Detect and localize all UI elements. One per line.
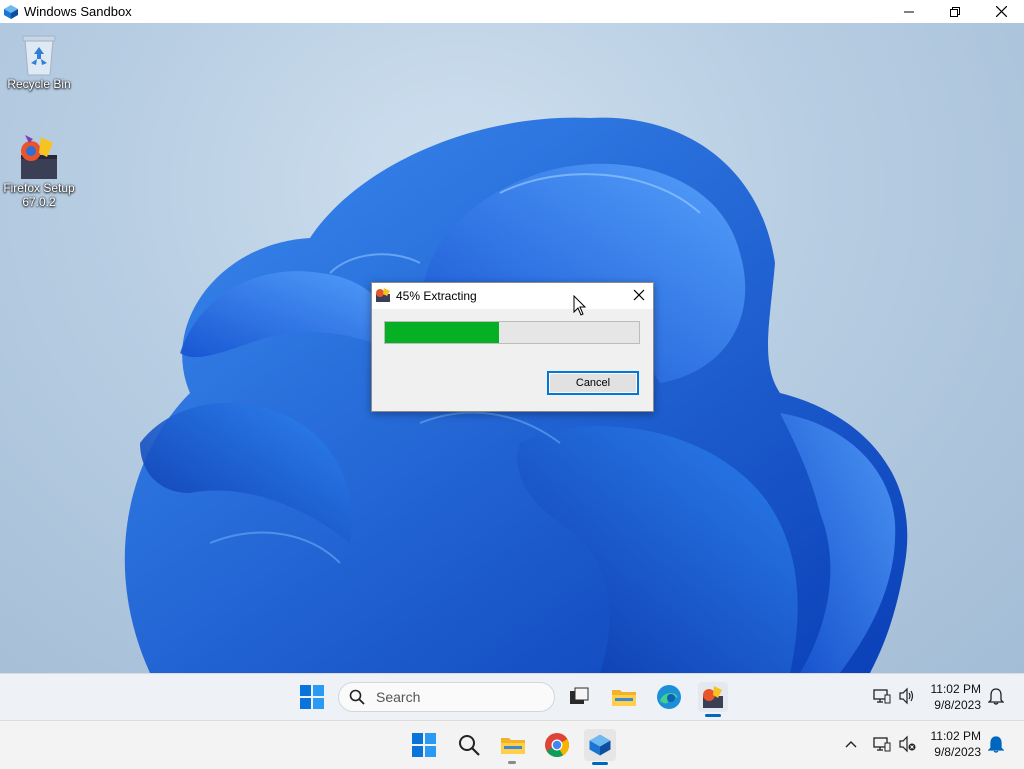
search-input[interactable]: [374, 688, 528, 706]
recycle-bin-label: Recycle Bin: [7, 77, 71, 91]
host-date: 9/8/2023: [934, 745, 981, 759]
installer-icon: [703, 686, 723, 708]
restore-icon: [950, 6, 960, 17]
windows-logo-icon: [300, 685, 324, 709]
dialog-title: 45% Extracting: [396, 289, 477, 303]
extracting-dialog: 45% Extracting Cancel: [371, 282, 654, 412]
sandbox-date: 9/8/2023: [934, 698, 981, 712]
installer-taskbar-button[interactable]: [698, 682, 728, 712]
chevron-up-icon: [845, 741, 857, 748]
network-button[interactable]: [872, 686, 892, 706]
host-notifications-button[interactable]: [986, 734, 1006, 754]
network-icon: [873, 737, 891, 752]
host-volume-button[interactable]: [897, 734, 917, 754]
edge-button[interactable]: [655, 683, 683, 711]
close-icon: [995, 6, 1007, 17]
show-hidden-icons-button[interactable]: [842, 735, 860, 753]
firefox-setup-label-line1: Firefox Setup: [3, 181, 75, 195]
start-button[interactable]: [298, 683, 326, 711]
taskbar-search-box[interactable]: [338, 682, 555, 712]
mouse-cursor: [573, 295, 587, 316]
windows-logo-icon: [412, 733, 436, 757]
task-view-icon: [570, 687, 589, 704]
sandbox-app-icon: [589, 734, 611, 756]
host-search-button[interactable]: [455, 731, 483, 759]
active-app-indicator: [592, 762, 608, 765]
recycle-bin-icon: [22, 35, 56, 76]
desktop-icon-firefox-setup[interactable]: Firefox Setup 67.0.2: [1, 133, 77, 209]
host-file-explorer-button[interactable]: [498, 731, 528, 759]
notifications-button[interactable]: [986, 686, 1006, 706]
minimize-button[interactable]: [886, 0, 932, 23]
speaker-icon: [899, 687, 914, 705]
window-title: Windows Sandbox: [24, 4, 132, 19]
search-icon: [459, 735, 480, 756]
sandbox-time: 11:02 PM: [930, 682, 981, 696]
search-icon: [349, 689, 365, 705]
sandbox-app-icon: [4, 4, 18, 19]
host-network-button[interactable]: [872, 734, 892, 754]
speaker-muted-icon: [899, 735, 916, 753]
close-icon: [633, 289, 645, 301]
cancel-button[interactable]: Cancel: [547, 371, 639, 395]
dialog-title-bar: 45% Extracting: [372, 283, 653, 309]
sandbox-title-bar: Windows Sandbox: [0, 0, 1024, 24]
sandbox-clock[interactable]: 11:02 PM 9/8/2023: [918, 681, 981, 713]
edge-browser-icon: [657, 685, 681, 709]
host-taskbar: 11:02 PM 9/8/2023: [0, 720, 1024, 769]
restore-button[interactable]: [932, 0, 978, 23]
host-clock[interactable]: 11:02 PM 9/8/2023: [918, 728, 981, 760]
dialog-close-button[interactable]: [631, 287, 647, 303]
network-icon: [873, 689, 891, 704]
active-app-indicator: [705, 714, 721, 717]
chrome-button[interactable]: [543, 731, 571, 759]
open-app-indicator: [508, 761, 516, 764]
host-start-button[interactable]: [410, 731, 438, 759]
windows-sandbox-taskbar-button[interactable]: [584, 729, 616, 761]
task-view-button[interactable]: [566, 684, 592, 710]
bell-icon: [988, 736, 1004, 753]
archive-app-icon: [376, 288, 390, 302]
firefox-setup-label-line2: 67.0.2: [22, 195, 56, 209]
minimize-icon: [904, 11, 914, 12]
bell-icon: [988, 688, 1004, 705]
close-button[interactable]: [978, 0, 1024, 23]
folder-icon: [612, 690, 636, 706]
host-time: 11:02 PM: [930, 729, 981, 743]
file-explorer-button[interactable]: [610, 683, 638, 711]
sandbox-taskbar: 11:02 PM 9/8/2023: [0, 673, 1024, 721]
extract-progress-bar: [384, 321, 640, 344]
progress-fill: [385, 322, 500, 343]
folder-icon: [501, 738, 525, 754]
desktop-icon-recycle-bin[interactable]: Recycle Bin: [1, 33, 77, 91]
installer-icon: [21, 135, 57, 179]
volume-button[interactable]: [897, 686, 917, 706]
chrome-browser-icon: [545, 733, 570, 758]
